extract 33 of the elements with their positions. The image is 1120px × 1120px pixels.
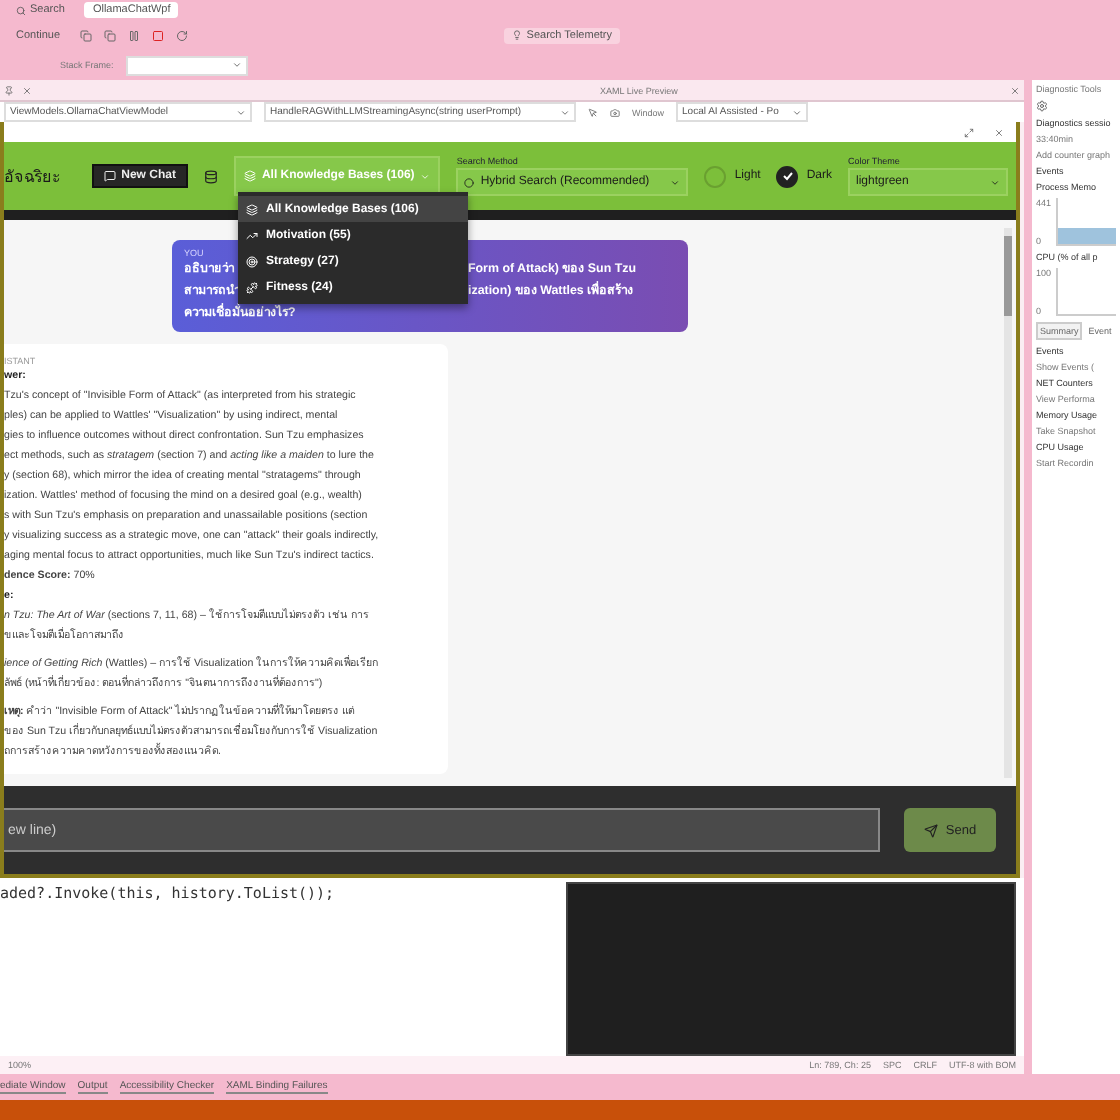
trend-icon — [246, 229, 258, 241]
caret-icon — [420, 171, 431, 181]
stop-icon — [152, 29, 165, 41]
pin-icon — [4, 85, 14, 95]
cpu-graph — [1055, 268, 1116, 316]
chat-icon — [103, 170, 116, 182]
pointer-icon — [588, 107, 598, 117]
caret-icon — [990, 177, 1000, 187]
send-icon — [923, 823, 938, 837]
lightbulb-icon — [512, 30, 523, 40]
target-icon — [246, 255, 258, 267]
app-title: อัจฉริยะ — [4, 165, 62, 189]
stack-icon — [243, 170, 256, 182]
search-icon — [16, 5, 26, 15]
window-icon — [104, 29, 117, 41]
caret-icon — [792, 107, 803, 117]
copy-icon — [80, 29, 93, 41]
caret-icon — [236, 107, 246, 117]
stack-icon — [246, 203, 258, 215]
memory-graph — [1057, 228, 1116, 244]
dumbbell-icon — [246, 281, 258, 293]
camera-icon — [610, 107, 620, 117]
caret-icon — [231, 60, 242, 70]
database-icon — [203, 169, 218, 183]
check-icon — [781, 170, 794, 182]
caret-icon — [560, 107, 570, 117]
circle-icon — [464, 177, 475, 187]
pause-icon — [128, 29, 141, 41]
gear-icon — [1036, 100, 1048, 112]
maximize-icon — [964, 127, 974, 137]
stack-frame-combo[interactable] — [125, 55, 248, 75]
caret-icon — [670, 177, 681, 187]
restart-icon — [176, 29, 189, 41]
